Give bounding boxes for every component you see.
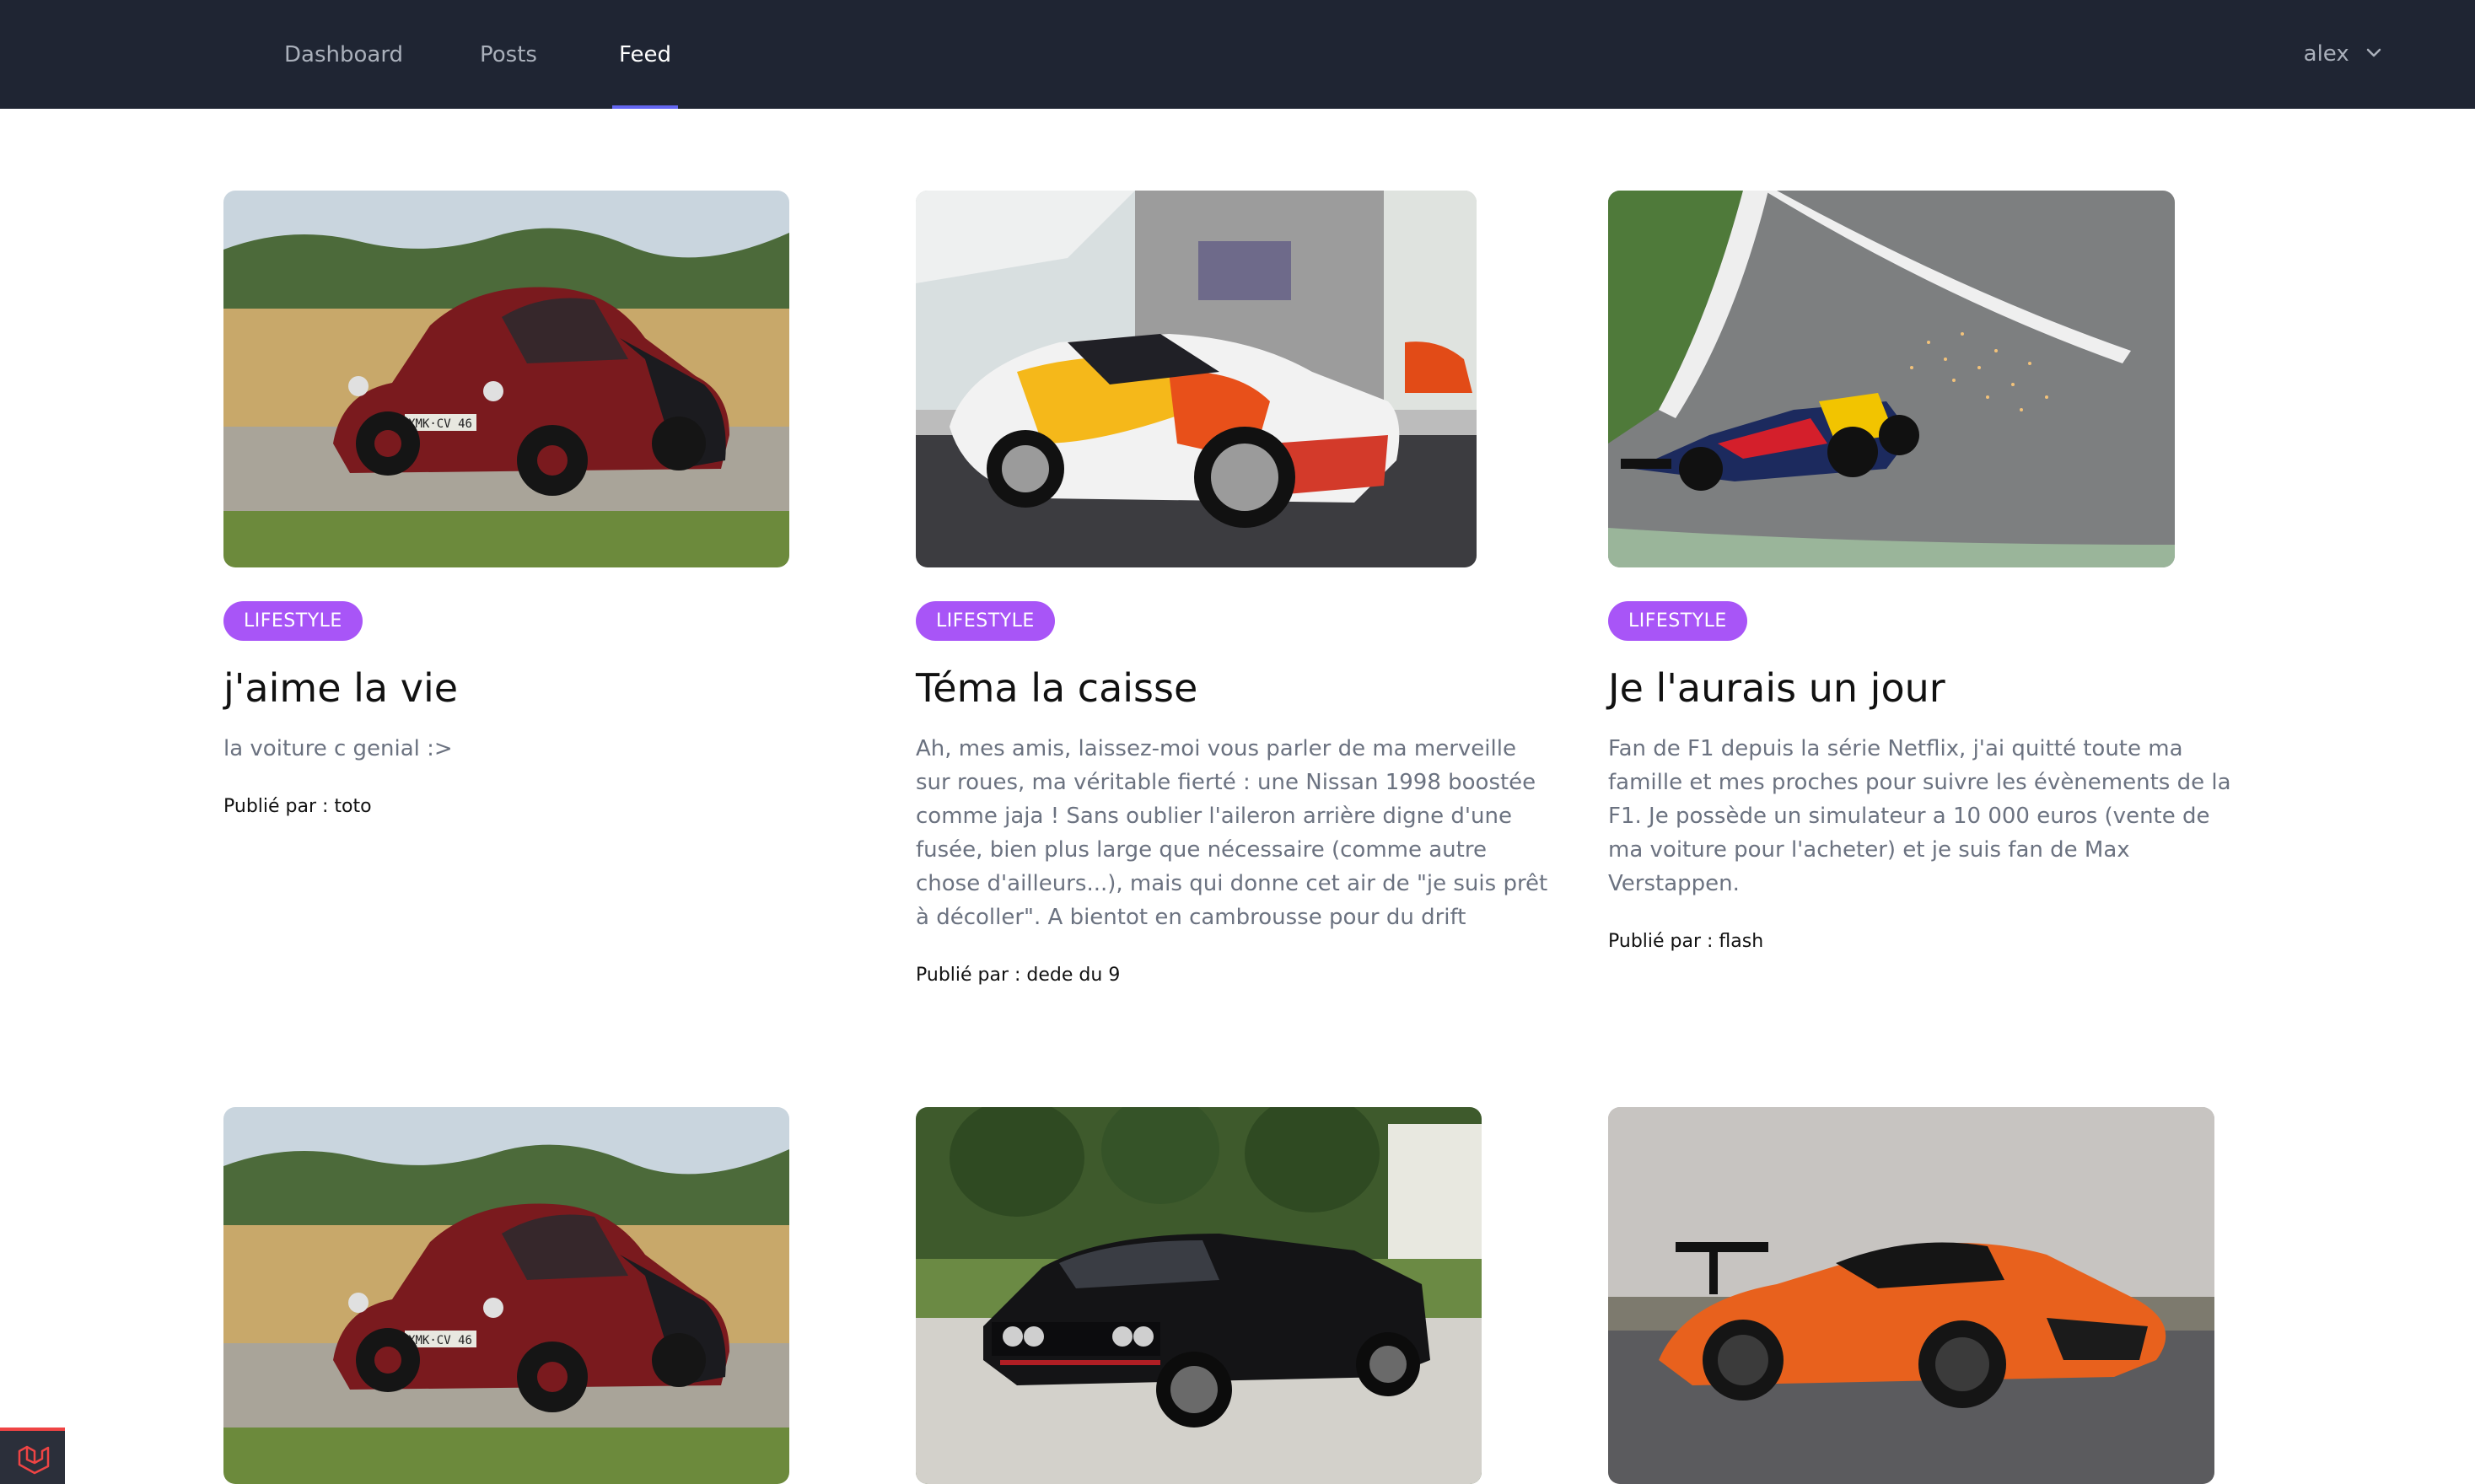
post-excerpt: Fan de F1 depuis la série Netflix, j'ai … [1608,736,2231,896]
post-title[interactable]: j'aime la vie [223,664,873,712]
post-author: Publié par : flash [1608,931,1764,952]
user-menu-dropdown[interactable]: alex [2304,0,2381,109]
post-card: XMK·CV 46 [223,1107,873,1484]
nav-link-dashboard[interactable]: Dashboard [284,0,403,109]
laravel-logo-icon [18,1445,50,1475]
post-image-red-2cv[interactable]: XMK·CV 46 [223,191,789,567]
post-author: Publié par : toto [223,796,372,817]
category-badge[interactable]: LIFESTYLE [1608,601,1747,641]
post-card: XMK·CV 46 LIFESTYLE j'aime la vie la voi… [223,191,873,820]
post-excerpt: la voiture c genial :> [223,736,453,761]
post-image-black-bmw[interactable] [916,1107,1482,1484]
post-card: LIFESTYLE Téma la caisse Ah, mes amis, l… [916,191,1557,988]
post-card: LIFESTYLE Je l'aurais un jour Fan de F1 … [1608,191,2249,954]
nav-link-posts[interactable]: Posts [480,0,537,109]
post-title[interactable]: Téma la caisse [916,664,1557,712]
top-navbar: Dashboard Posts Feed alex [0,0,2475,109]
chevron-down-icon [2366,48,2381,56]
post-image-drift-car[interactable] [916,191,1477,567]
nav-link-feed[interactable]: Feed [611,0,679,109]
post-card [916,1107,1565,1484]
category-badge[interactable]: LIFESTYLE [916,601,1055,641]
category-badge[interactable]: LIFESTYLE [223,601,363,641]
debugbar-toggle[interactable] [0,1428,65,1484]
post-image-f1-car[interactable] [1608,191,2175,567]
post-image-orange-koenigsegg[interactable] [1608,1107,2214,1484]
post-author: Publié par : dede du 9 [916,965,1121,986]
post-card [1608,1107,2257,1484]
post-excerpt: Ah, mes amis, laissez-moi vous parler de… [916,736,1548,930]
post-image-red-2cv[interactable]: XMK·CV 46 [223,1107,789,1484]
post-title[interactable]: Je l'aurais un jour [1608,664,2249,712]
license-plate-text: XMK·CV 46 [408,417,472,431]
license-plate-text: XMK·CV 46 [408,1334,472,1347]
user-name: alex [2303,41,2349,67]
